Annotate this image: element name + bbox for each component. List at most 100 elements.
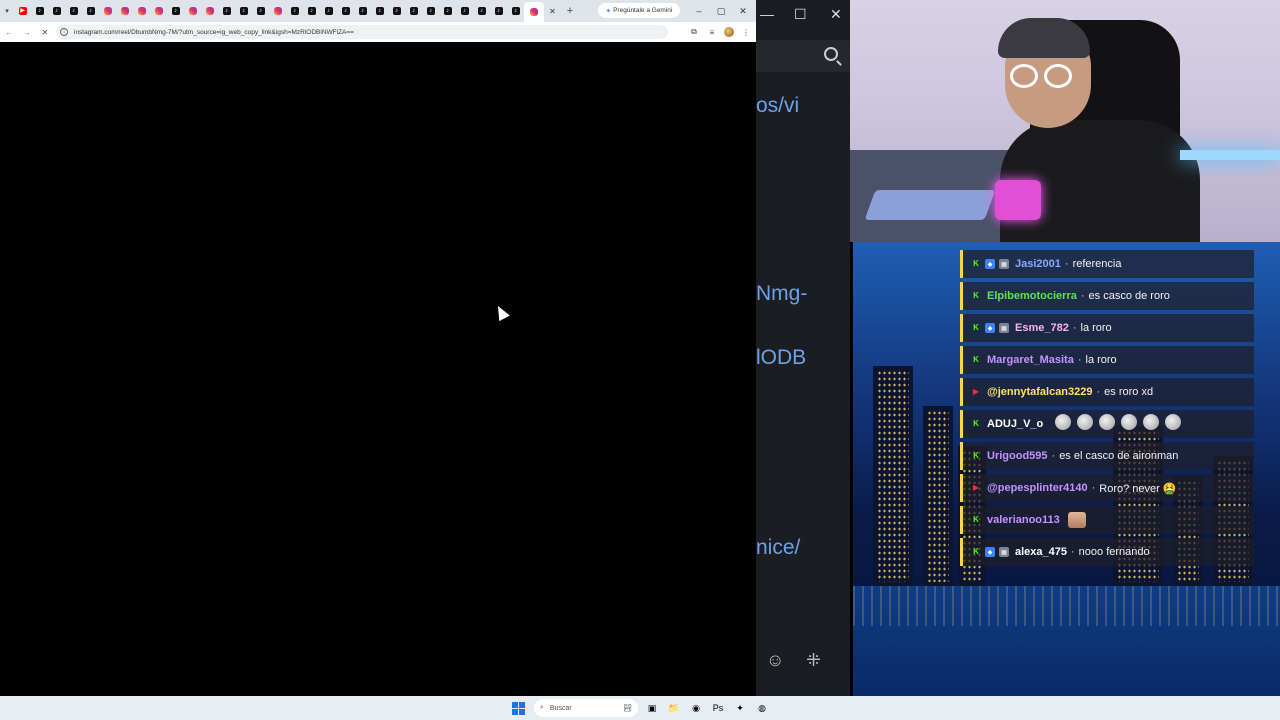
close-window-button[interactable]: ✕ (732, 0, 754, 22)
chat-username: ADUJ_V_o (987, 418, 1044, 430)
photoshop-icon[interactable]: Ps (710, 700, 726, 716)
user-badge-icon: ▦ (999, 547, 1009, 557)
browser-tab[interactable]: ♪ (388, 0, 405, 22)
webcam-led-light (1180, 150, 1280, 160)
maximize-icon[interactable]: ☐ (794, 6, 807, 23)
search-icon: ⌕ (540, 704, 544, 711)
browser-tab[interactable]: ♪ (218, 0, 235, 22)
webcam-glasses (1010, 64, 1076, 88)
browser-tab[interactable]: ♪ (456, 0, 473, 22)
forward-button[interactable]: → (18, 22, 36, 42)
browser-tab[interactable]: ▶ (14, 0, 31, 22)
chat-message: ▶ @jennytafalcan3229 · es roro xd (960, 378, 1254, 406)
browser-tab[interactable]: ♪ (439, 0, 456, 22)
background-text-3: lODB (756, 346, 807, 369)
close-tab-icon[interactable]: ✕ (544, 0, 561, 22)
tiktok-icon: ♪ (324, 7, 333, 15)
browser-tab[interactable]: ♪ (82, 0, 99, 22)
browser-tab[interactable]: ♪ (286, 0, 303, 22)
tiktok-icon: ♪ (222, 7, 231, 15)
tiktok-icon: ♪ (392, 7, 401, 15)
background-app-titlebar: — ☐ ✕ (756, 0, 850, 34)
browser-tab[interactable]: ♪ (473, 0, 490, 22)
chat-text: nooo fernando (1078, 546, 1150, 558)
gemini-button[interactable]: ✦ Pregúntale a Gemini (598, 3, 680, 18)
browser-tab[interactable] (269, 0, 286, 22)
chat-username: @jennytafalcan3229 (987, 386, 1093, 398)
browser-tab[interactable] (150, 0, 167, 22)
user-badge-icon: ▦ (999, 323, 1009, 333)
taskbar-search[interactable]: ⌕ Buscar 🏞 (534, 699, 638, 717)
tiktok-icon: ♪ (69, 7, 78, 15)
maximize-button[interactable]: ▢ (710, 0, 732, 22)
chat-text: es casco de roro (1088, 290, 1170, 302)
emote-icon (1055, 413, 1072, 430)
chat-text: la roro (1080, 322, 1112, 334)
app-icon-red[interactable]: ✦ (732, 700, 748, 716)
back-button[interactable]: ← (0, 22, 18, 42)
new-tab-button[interactable]: + (561, 0, 579, 22)
kick-icon: K (973, 291, 979, 300)
extensions-icon[interactable]: ⧉ (688, 26, 700, 38)
emoji-icon[interactable]: ☺ (766, 650, 784, 671)
browser-tab[interactable]: ♪ (65, 0, 82, 22)
tab-search-chevron-icon[interactable]: ▾ (0, 0, 14, 22)
instagram-icon (120, 7, 129, 15)
messenger-icon[interactable]: ◍ (754, 700, 770, 716)
browser-tab[interactable] (524, 2, 544, 22)
gemini-sparkle-icon: ✦ (605, 7, 612, 15)
browser-tab[interactable] (133, 0, 150, 22)
chat-username: Jasi2001 (1015, 258, 1061, 270)
browser-tab[interactable]: ♪ (405, 0, 422, 22)
browser-tab[interactable]: ♪ (320, 0, 337, 22)
browser-tab[interactable]: ♪ (371, 0, 388, 22)
start-button[interactable] (510, 700, 526, 716)
tab-strip: ▾ ▶ ♪ ♪ ♪ ♪ ♪ ♪ ♪ ♪ ♪ ♪ ♪ ♪ ♪ ♪ ♪ ♪ ♪ ♪ ♪ ♪ ♪ ♪ ✕ + ✦ Pregúntal… (0, 0, 756, 22)
browser-tab[interactable]: ♪ (252, 0, 269, 22)
search-icon[interactable] (824, 47, 838, 61)
address-bar[interactable]: i instagram.com/reel/DbumbNmg-7M/?utm_so… (56, 25, 668, 39)
menu-dots-icon[interactable]: ⋮ (740, 26, 752, 38)
stop-loading-button[interactable]: ✕ (36, 22, 54, 42)
chat-text: referencia (1072, 258, 1122, 270)
tiktok-icon: ♪ (239, 7, 248, 15)
kick-icon: K (973, 515, 979, 524)
browser-tab[interactable]: ♪ (354, 0, 371, 22)
taskbar: ⌕ Buscar 🏞 ▣ 📁 ◉ Ps ✦ ◍ (0, 696, 1280, 720)
close-icon[interactable]: ✕ (830, 6, 842, 23)
emote-icon (1121, 413, 1138, 430)
instagram-icon (154, 7, 163, 15)
browser-tab[interactable]: ♪ (303, 0, 320, 22)
browser-tab[interactable] (116, 0, 133, 22)
taskbar-search-placeholder: Buscar (549, 704, 572, 712)
browser-tab[interactable]: ♪ (337, 0, 354, 22)
minimize-icon[interactable]: — (760, 6, 774, 22)
chrome-icon[interactable]: ◉ (688, 700, 704, 716)
browser-tab[interactable]: ♪ (48, 0, 65, 22)
browser-tab[interactable]: ♪ (490, 0, 507, 22)
instagram-icon (188, 7, 197, 15)
browser-tab[interactable]: ♪ (31, 0, 48, 22)
browser-tab[interactable]: ♪ (422, 0, 439, 22)
webcam-keyboard (864, 190, 996, 220)
browser-tab[interactable]: ♪ (235, 0, 252, 22)
apps-icon[interactable]: ⁜ (806, 650, 821, 671)
browser-tab[interactable]: ♪ (507, 0, 524, 22)
profile-avatar[interactable] (724, 27, 734, 37)
chat-text: Roro? never 🤮 (1099, 482, 1177, 495)
task-view-icon[interactable]: ▣ (644, 700, 660, 716)
site-info-icon[interactable]: i (60, 28, 68, 36)
media-control-icon[interactable]: ≡ (706, 26, 718, 38)
browser-tab[interactable] (201, 0, 218, 22)
webcam-feed (850, 0, 1280, 242)
page-viewport[interactable] (0, 42, 756, 696)
minimize-button[interactable]: – (688, 0, 710, 22)
browser-tab[interactable] (99, 0, 116, 22)
chat-message: K Margaret_Masita · la roro (960, 346, 1254, 374)
browser-tab[interactable] (184, 0, 201, 22)
file-explorer-icon[interactable]: 📁 (666, 700, 682, 716)
browser-tab[interactable]: ♪ (167, 0, 184, 22)
chat-username: @pepesplinter4140 (987, 482, 1088, 494)
background-text-1: os/vi (756, 94, 800, 117)
kick-icon: K (973, 547, 979, 556)
